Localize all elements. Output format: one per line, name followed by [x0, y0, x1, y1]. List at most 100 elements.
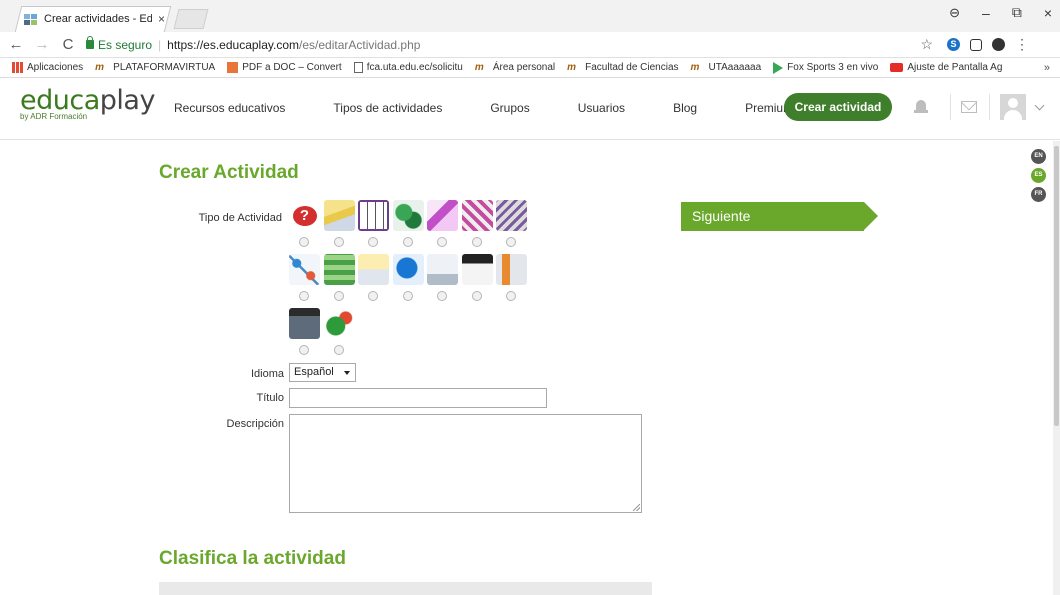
bookmark-facultad[interactable]: m Facultad de Ciencias	[567, 62, 678, 73]
security-label[interactable]: Es seguro	[98, 38, 152, 52]
crear-actividad-button[interactable]: Crear actividad	[784, 93, 892, 121]
activity-type-radio[interactable]	[506, 237, 516, 247]
maximize-icon[interactable]: ⧉	[1012, 4, 1022, 21]
bookmark-label: UTAaaaaaa	[708, 62, 762, 73]
cube-extension-icon[interactable]	[970, 38, 982, 51]
activity-type-radio[interactable]	[506, 291, 516, 301]
activity-type-radio[interactable]	[333, 291, 344, 301]
url-path: /es/editarActividad.php	[299, 37, 421, 52]
activity-type-radio[interactable]	[402, 291, 413, 301]
activity-type-radio[interactable]	[368, 237, 378, 247]
descripcion-textarea[interactable]	[289, 414, 642, 513]
reload-icon[interactable]: C	[58, 36, 78, 53]
activity-type-option	[392, 200, 425, 252]
bookmark-fca[interactable]: fca.uta.edu.ec/solicitu	[353, 62, 463, 73]
nav-blog[interactable]: Blog	[673, 101, 697, 115]
fill-blanks-icon[interactable]	[323, 200, 355, 231]
tab-active[interactable]: Crear actividades - Educa ×	[24, 8, 174, 30]
browser-menu-icon[interactable]: ⋮	[1015, 36, 1029, 53]
world-map-icon[interactable]	[392, 254, 424, 285]
forward-icon[interactable]: →	[32, 36, 52, 53]
bookmarks-overflow-icon[interactable]: »	[1044, 62, 1050, 74]
siguiente-label: Siguiente	[681, 202, 864, 231]
mail-icon[interactable]	[961, 101, 977, 113]
numbered-list-icon[interactable]	[358, 254, 389, 285]
writing-pen-icon[interactable]	[427, 200, 458, 231]
word-scramble-icon[interactable]	[496, 200, 527, 231]
bookmark-fox-sports[interactable]: Fox Sports 3 en vivo	[773, 61, 878, 74]
lock-icon	[86, 36, 94, 49]
bookmark-star-icon[interactable]: ☆	[920, 36, 933, 53]
photo-folder-icon[interactable]	[289, 308, 320, 339]
activity-type-radio[interactable]	[471, 237, 482, 247]
diagram-icon[interactable]	[496, 254, 527, 285]
tab-close-icon[interactable]: ×	[158, 12, 165, 26]
bookmark-utaaaaaaa[interactable]: m UTAaaaaaa	[691, 62, 762, 73]
nav-grupos[interactable]: Grupos	[490, 101, 529, 115]
logo-play: play	[99, 85, 156, 116]
lang-en[interactable]: EN	[1031, 149, 1046, 164]
bookmark-area-personal[interactable]: m Área personal	[475, 62, 555, 73]
activity-type-option	[461, 254, 494, 306]
activity-type-option	[496, 254, 528, 306]
bookmark-aplicaciones[interactable]: Aplicaciones	[12, 62, 83, 73]
video-quiz-icon[interactable]	[461, 254, 493, 285]
header-icons	[914, 94, 1045, 120]
apps-icon	[12, 62, 23, 73]
bookmark-label: Ajuste de Pantalla Ag	[907, 62, 1003, 73]
lang-es[interactable]: ES	[1031, 168, 1046, 183]
skype-extension-icon[interactable]: S	[947, 38, 960, 51]
minimize-icon[interactable]: –	[982, 5, 990, 21]
avatar[interactable]	[1000, 94, 1026, 120]
bookmarks-bar: Aplicaciones m PLATAFORMAVIRTUA PDF a DOC…	[0, 58, 1060, 78]
titulo-input[interactable]	[289, 388, 547, 408]
presentation-icon[interactable]	[427, 254, 458, 285]
close-window-icon[interactable]: ×	[1044, 5, 1052, 21]
nav-tipos-de-actividades[interactable]: Tipos de actividades	[333, 101, 442, 115]
lang-fr[interactable]: FR	[1031, 187, 1046, 202]
puzzle-pieces-icon[interactable]	[392, 200, 424, 231]
quiz-question-icon[interactable]: ?	[289, 200, 320, 231]
activity-type-radio[interactable]	[333, 237, 344, 247]
relate-columns-icon[interactable]	[289, 254, 320, 285]
classify-panel	[159, 582, 652, 595]
bell-icon[interactable]	[914, 99, 928, 115]
activity-type-option	[358, 200, 390, 252]
activity-type-option	[323, 308, 356, 360]
bookmark-plataformavirtua[interactable]: m PLATAFORMAVIRTUA	[95, 62, 215, 73]
activity-type-radio[interactable]	[299, 291, 309, 301]
siguiente-arrow	[864, 202, 878, 230]
address-bar[interactable]: Es seguro | https://es.educaplay.com /es…	[86, 35, 941, 55]
abc-dialogue-icon[interactable]	[323, 308, 355, 339]
educaplay-logo[interactable]: educaplay by ADR Formación	[20, 85, 156, 122]
bookmark-ajuste-pantalla[interactable]: Ajuste de Pantalla Ag	[890, 62, 1002, 73]
profile-icon[interactable]: ⊖	[949, 5, 960, 21]
activity-type-radio[interactable]	[368, 291, 378, 301]
url-separator: |	[158, 37, 162, 52]
activity-type-radio[interactable]	[299, 237, 309, 247]
shield-extension-icon[interactable]	[992, 38, 1005, 51]
resize-grip-icon[interactable]	[633, 504, 640, 511]
activity-type-radio[interactable]	[437, 237, 447, 247]
chevron-down-icon[interactable]	[1034, 100, 1045, 110]
activity-type-radio[interactable]	[333, 345, 344, 355]
nav-recursos-educativos[interactable]: Recursos educativos	[174, 101, 285, 115]
new-tab-button[interactable]	[173, 9, 209, 29]
activity-type-radio[interactable]	[471, 291, 482, 301]
back-icon[interactable]: ←	[6, 36, 26, 53]
activity-type-radio[interactable]	[402, 237, 413, 247]
bookmark-label: PLATAFORMAVIRTUA	[113, 62, 216, 73]
select-arrow-icon	[344, 371, 350, 375]
letter-soup-icon[interactable]	[323, 254, 355, 285]
word-search-icon[interactable]	[461, 200, 493, 231]
idioma-select[interactable]: Español	[289, 363, 356, 382]
bookmark-pdf-a-doc[interactable]: PDF a DOC – Convert	[227, 62, 342, 73]
nav-usuarios[interactable]: Usuarios	[578, 101, 625, 115]
tab-title: Crear actividades - Educa	[44, 13, 152, 25]
activity-type-radio[interactable]	[299, 345, 309, 355]
activity-type-radio[interactable]	[437, 291, 447, 301]
crossword-icon[interactable]	[358, 200, 389, 231]
bookmark-label: Aplicaciones	[27, 62, 84, 73]
scrollbar-thumb[interactable]	[1054, 146, 1059, 426]
siguiente-button[interactable]: Siguiente	[681, 202, 878, 231]
